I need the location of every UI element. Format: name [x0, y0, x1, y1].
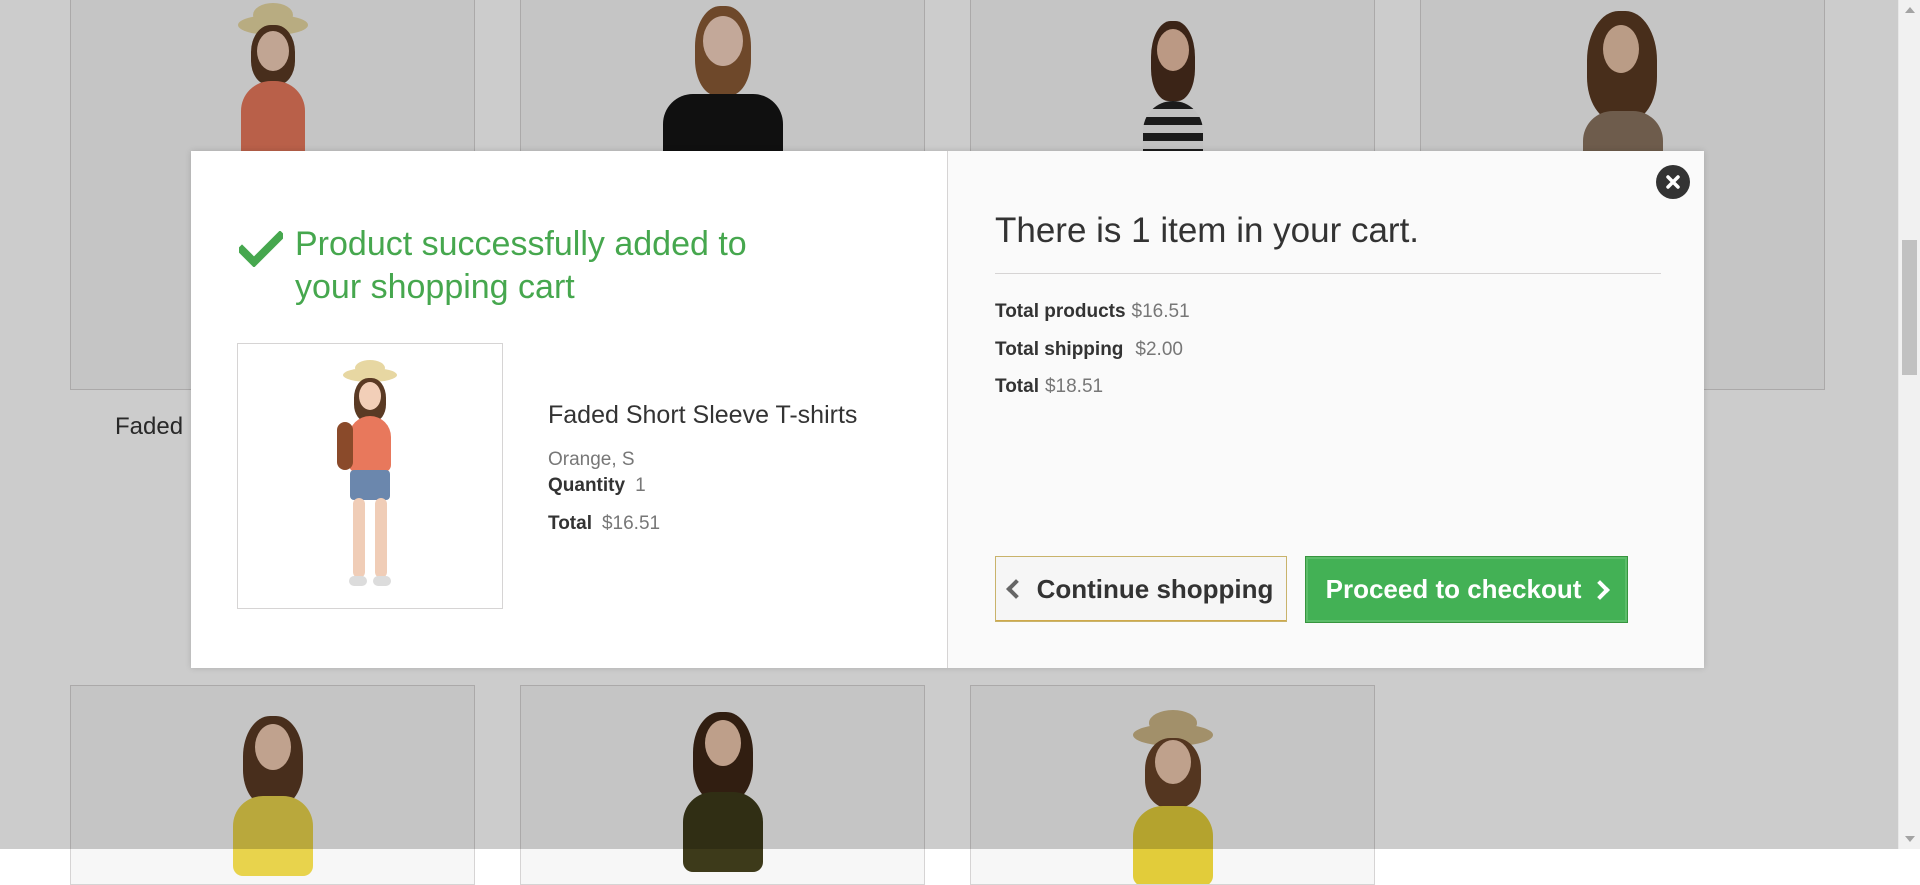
cart-total-row: Total $18.51 [995, 376, 1103, 398]
close-button[interactable] [1656, 165, 1690, 199]
modal-product-panel: Product successfully added to your shopp… [191, 151, 948, 668]
proceed-to-checkout-button[interactable]: Proceed to checkout [1305, 556, 1628, 623]
continue-shopping-label: Continue shopping [1036, 573, 1274, 604]
product-attributes: Orange, S [548, 449, 635, 470]
total-products-value: $16.51 [1131, 301, 1190, 322]
product-quantity: Quantity 1 [548, 475, 646, 497]
product-total-value: $16.51 [601, 513, 661, 534]
chevron-right-icon [1590, 579, 1611, 600]
product-total: Total $16.51 [548, 513, 660, 535]
check-icon [239, 231, 283, 267]
scroll-down-icon[interactable] [1905, 836, 1915, 842]
success-message-text: Product successfully added to your shopp… [295, 225, 747, 306]
success-message: Product successfully added to your shopp… [239, 223, 815, 309]
quantity-value: 1 [635, 475, 646, 496]
scroll-up-icon[interactable] [1905, 7, 1915, 13]
modal-cart-panel: There is 1 item in your cart. Total prod… [948, 151, 1704, 668]
total-shipping-row: Total shipping $2.00 [995, 339, 1183, 361]
quantity-label: Quantity [548, 475, 626, 496]
product-thumbnail [237, 343, 503, 609]
chevron-left-icon [1005, 579, 1026, 599]
page-scrollbar[interactable] [1898, 0, 1920, 849]
cart-total-label: Total [995, 376, 1039, 397]
product-total-label: Total [548, 513, 592, 534]
cart-heading: There is 1 item in your cart. [995, 211, 1420, 250]
cart-divider [995, 273, 1661, 274]
close-icon[interactable] [1665, 174, 1681, 190]
product-name: Faded Short Sleeve T-shirts [548, 401, 858, 429]
total-shipping-value: $2.00 [1135, 339, 1183, 360]
total-products-row: Total products $16.51 [995, 301, 1190, 323]
total-products-label: Total products [995, 301, 1126, 322]
add-to-cart-modal: Product successfully added to your shopp… [191, 151, 1704, 668]
total-shipping-label: Total shipping [995, 339, 1124, 360]
proceed-to-checkout-label: Proceed to checkout [1325, 574, 1582, 604]
scrollbar-thumb[interactable] [1902, 240, 1917, 375]
cart-total-value: $18.51 [1044, 376, 1104, 397]
continue-shopping-button[interactable]: Continue shopping [995, 556, 1287, 622]
